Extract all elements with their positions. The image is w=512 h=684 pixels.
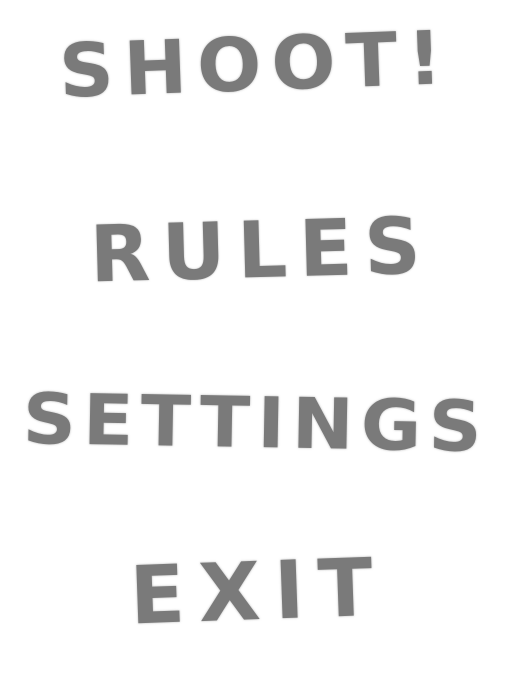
settings-button-label: SETTINGS xyxy=(22,377,490,469)
exit-button[interactable]: EXIT xyxy=(0,541,512,643)
main-menu: SHOOT! RULES SETTINGS EXIT xyxy=(0,0,512,684)
rules-button-label: RULES xyxy=(88,201,434,301)
shoot-button-label: SHOOT! xyxy=(58,15,454,115)
rules-button[interactable]: RULES xyxy=(0,202,512,301)
exit-button-label: EXIT xyxy=(128,540,388,643)
settings-button[interactable]: SETTINGS xyxy=(0,378,512,468)
shoot-button[interactable]: SHOOT! xyxy=(0,15,512,115)
